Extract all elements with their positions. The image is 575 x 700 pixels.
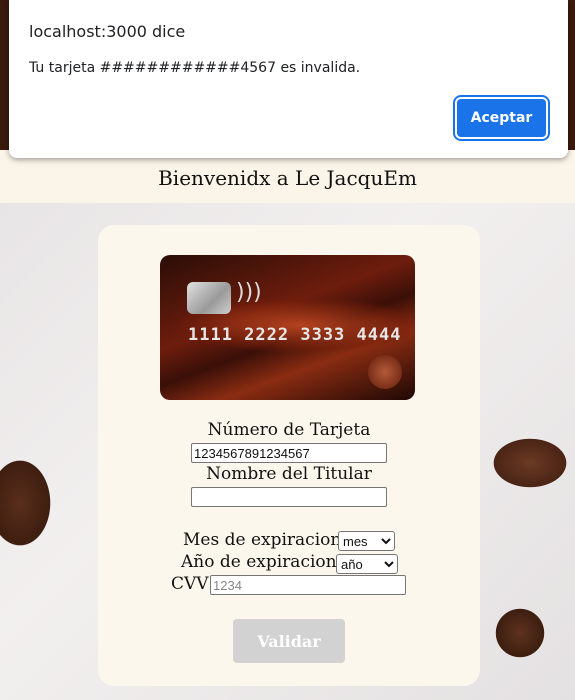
expiry-month-select[interactable]: mes xyxy=(338,531,395,551)
card-brand-logo xyxy=(368,355,402,389)
expiry-year-label: Año de expiracion xyxy=(181,552,337,572)
card-number-label: Número de Tarjeta xyxy=(207,420,371,440)
holder-name-label: Nombre del Titular xyxy=(206,464,372,484)
card-chip-icon xyxy=(187,282,231,314)
card-image-number: 1111 2222 3333 4444 xyxy=(188,325,402,345)
page-title: Bienvenidx a Le JacquEm xyxy=(0,160,575,200)
cvv-input[interactable] xyxy=(210,575,406,595)
holder-name-input[interactable] xyxy=(191,487,387,507)
credit-card-image: ))) 1111 2222 3333 4444 xyxy=(160,255,415,400)
alert-dialog: localhost:3000 dice Tu tarjeta #########… xyxy=(9,0,568,158)
expiry-month-label: Mes de expiracion xyxy=(183,530,342,550)
contactless-icon: ))) xyxy=(236,280,262,305)
cvv-label: CVV xyxy=(171,574,209,594)
payment-form-card: ))) 1111 2222 3333 4444 Número de Tarjet… xyxy=(98,225,480,686)
accept-button[interactable]: Aceptar xyxy=(457,99,546,137)
expiry-year-select[interactable]: año xyxy=(336,554,398,574)
dialog-message: Tu tarjeta ############4567 es invalida. xyxy=(29,60,361,76)
card-number-input[interactable] xyxy=(191,443,387,463)
validate-button[interactable]: Validar xyxy=(233,619,345,663)
dialog-origin: localhost:3000 dice xyxy=(29,22,186,41)
